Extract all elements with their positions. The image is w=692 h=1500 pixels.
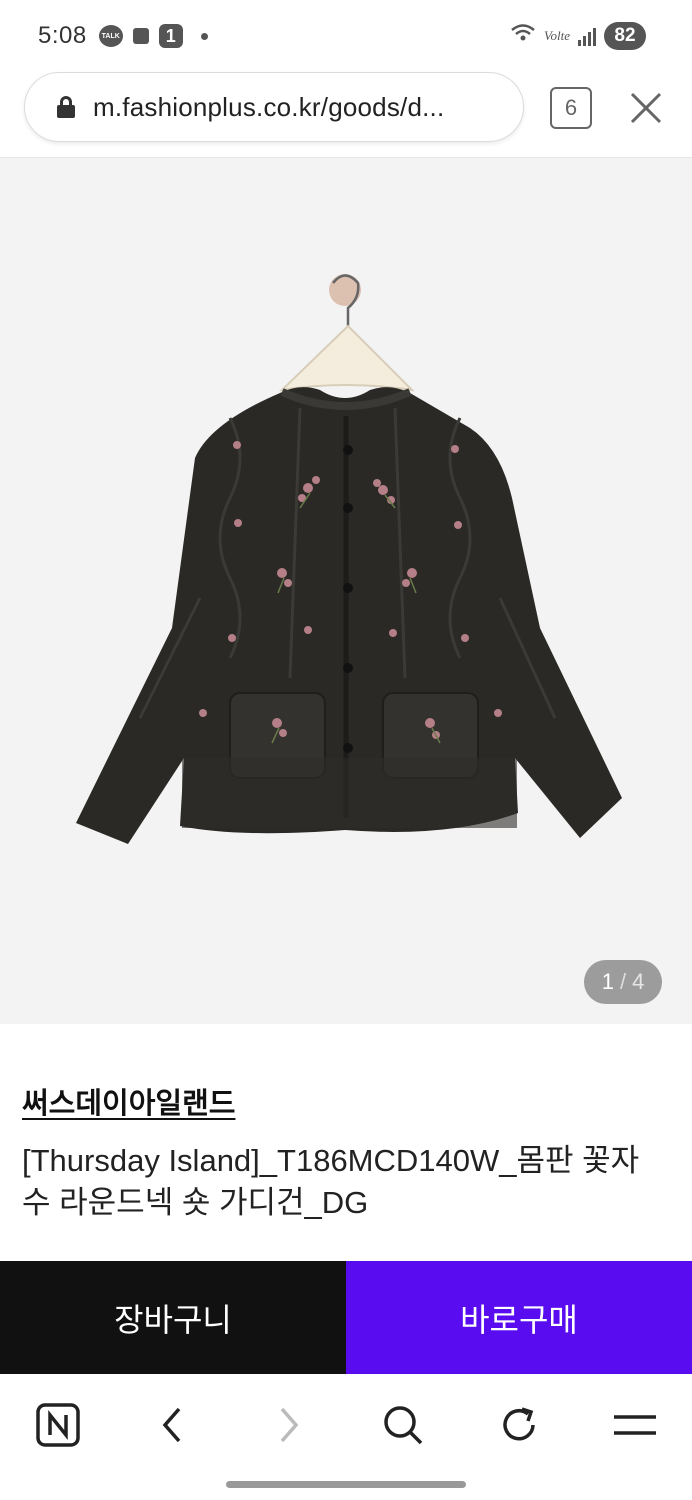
image-current-index: 1 <box>601 969 614 994</box>
browser-toolbar: m.fashionplus.co.kr/goods/d... 6 <box>0 72 692 158</box>
status-notification-icons: TALK 1 <box>98 24 208 48</box>
back-arrow-icon[interactable] <box>147 1400 197 1450</box>
buy-now-button[interactable]: 바로구매 <box>346 1261 692 1374</box>
status-time: 5:08 <box>38 22 87 49</box>
naver-home-icon[interactable] <box>33 1400 83 1450</box>
status-bar: 5:08 TALK 1 Volte 82 <box>0 0 692 72</box>
browser-bottom-nav <box>0 1374 692 1474</box>
status-system-icons: Volte 82 <box>510 22 646 50</box>
volte-indicator: Volte <box>544 28 570 43</box>
image-index-separator: / <box>619 969 627 994</box>
refresh-icon[interactable] <box>494 1400 544 1450</box>
brand-link[interactable]: 써스데이아일랜드 <box>22 1080 235 1122</box>
home-indicator-bar[interactable] <box>226 1481 466 1488</box>
app-notification-icon <box>132 28 149 44</box>
page: 5:08 TALK 1 Volte 82 m.fashionplus.co.kr… <box>0 0 692 1500</box>
image-page-indicator: 1 / 4 <box>584 960 662 1004</box>
url-text[interactable]: m.fashionplus.co.kr/goods/d... <box>93 92 493 123</box>
lock-icon <box>57 96 75 118</box>
more-notifications-dot-icon <box>200 32 208 40</box>
image-total-count: 4 <box>632 969 645 994</box>
notification-count-icon: 1 <box>158 24 183 48</box>
forward-arrow-icon[interactable] <box>264 1400 314 1450</box>
cardigan-product-photo <box>76 274 622 844</box>
address-bar[interactable]: m.fashionplus.co.kr/goods/d... <box>24 72 524 142</box>
signal-strength-icon <box>578 26 596 46</box>
menu-icon[interactable] <box>610 1400 660 1450</box>
tab-switcher-button[interactable]: 6 <box>550 87 592 129</box>
wifi-icon <box>510 23 536 49</box>
product-title: [Thursday Island]_T186MCD140W_몸판 꽃자수 라운드… <box>22 1143 640 1220</box>
battery-indicator: 82 <box>604 22 646 50</box>
kakaotalk-icon: TALK <box>98 25 123 47</box>
add-to-cart-button[interactable]: 장바구니 <box>0 1261 346 1374</box>
close-icon[interactable] <box>628 90 664 126</box>
product-image-carousel[interactable]: 1 / 4 <box>0 158 692 1024</box>
search-icon[interactable] <box>378 1400 428 1450</box>
